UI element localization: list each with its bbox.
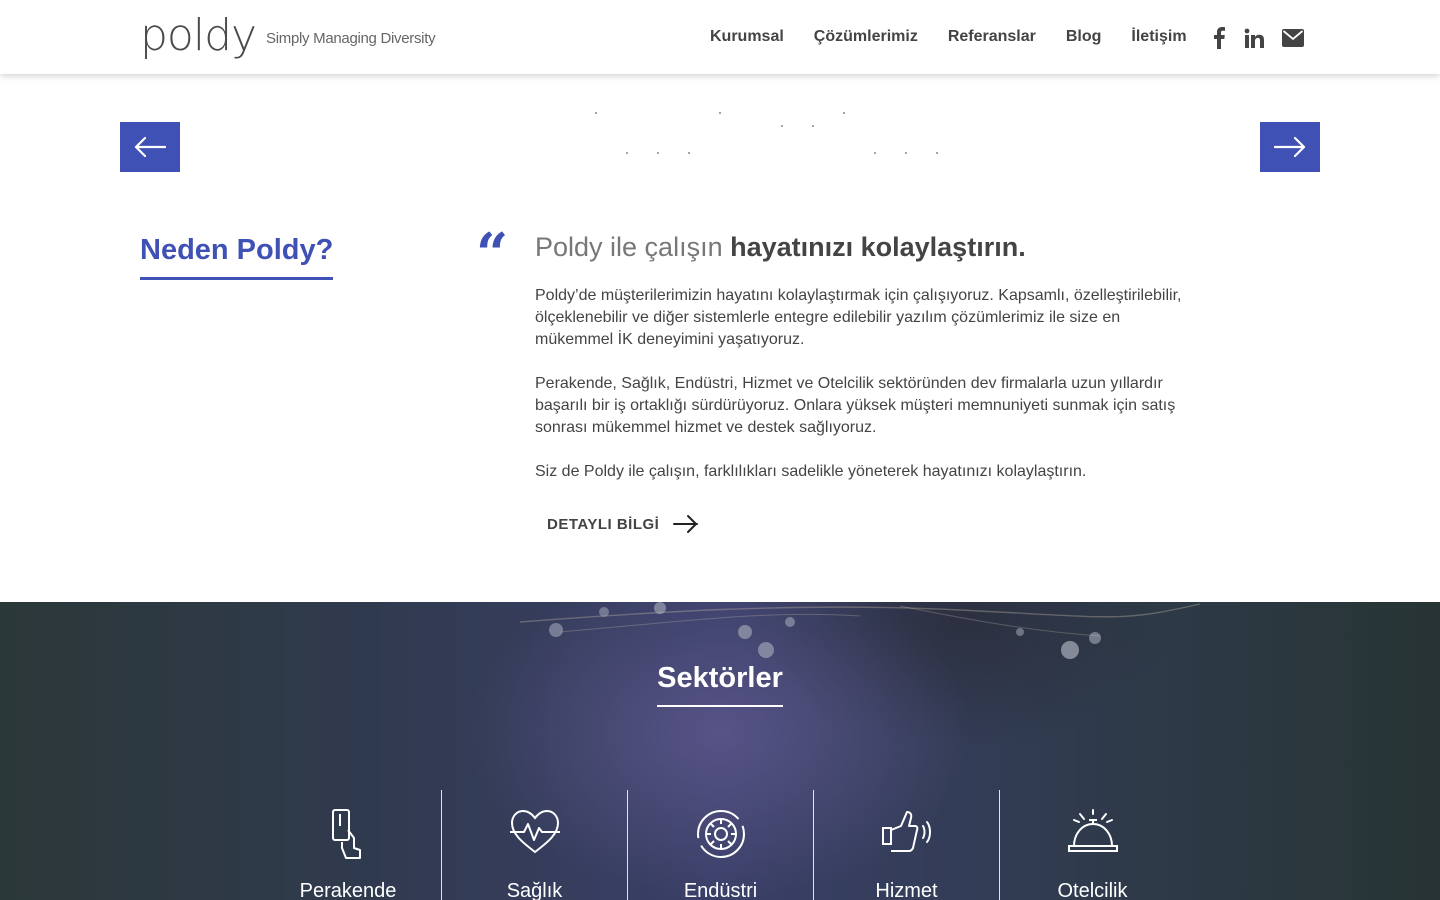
slider-next-button[interactable] xyxy=(1260,122,1320,172)
sectors-title: Sektörler xyxy=(657,662,783,707)
sectors-section: Sektörler Perakende Sağlık Endüstri Hizm… xyxy=(0,602,1440,900)
sector-label: Endüstri xyxy=(683,880,758,900)
site-header: poldy Simply Managing Diversity Kurumsal… xyxy=(0,0,1440,74)
lead-light-text: Poldy ile çalışın xyxy=(535,232,731,262)
sector-label: Sağlık xyxy=(506,880,563,900)
nav-item-iletisim[interactable]: İletişim xyxy=(1131,28,1186,46)
sector-label: Hizmet xyxy=(875,880,938,900)
paragraph-2: Perakende, Sağlık, Endüstri, Hizmet ve O… xyxy=(535,375,1176,436)
nav-item-kurumsal[interactable]: Kurumsal xyxy=(710,28,784,46)
nav-item-blog[interactable]: Blog xyxy=(1066,28,1102,46)
lead-strong-text: hayatınızı kolaylaştırın. xyxy=(730,232,1026,262)
quote-icon: “ xyxy=(476,221,509,287)
thumbs-up-icon xyxy=(881,811,931,852)
nav-item-referanslar[interactable]: Referanslar xyxy=(948,28,1036,46)
arrow-right-icon xyxy=(673,515,699,533)
lead-heading: Poldy ile çalışın hayatınızı kolaylaştır… xyxy=(535,232,1026,263)
section-title-neden-poldy: Neden Poldy? xyxy=(140,234,334,280)
sector-item-endustri[interactable]: Endüstri xyxy=(627,790,813,900)
paragraph-3: Siz de Poldy ile çalışın, farklılıkları … xyxy=(535,463,1087,480)
sector-item-otelcilik[interactable]: Otelcilik xyxy=(999,790,1185,900)
card-hand-icon xyxy=(332,809,361,859)
sector-label: Otelcilik xyxy=(1057,880,1128,900)
arrow-left-icon xyxy=(134,136,166,158)
logo-tagline: Simply Managing Diversity xyxy=(266,30,436,47)
sector-item-hizmet[interactable]: Hizmet xyxy=(813,790,999,900)
logo[interactable]: poldy Simply Managing Diversity xyxy=(140,10,436,61)
slider-placeholder-dots xyxy=(590,110,950,160)
sector-item-saglik[interactable]: Sağlık xyxy=(441,790,627,900)
social-links xyxy=(1212,27,1304,54)
detail-link[interactable]: DETAYLI BİLGİ xyxy=(547,514,699,534)
slider-prev-button[interactable] xyxy=(120,122,180,172)
logo-wordmark: poldy xyxy=(140,10,257,61)
arrow-right-icon xyxy=(1274,136,1306,158)
facebook-icon[interactable] xyxy=(1212,27,1226,54)
gear-icon xyxy=(696,810,745,858)
service-bell-icon xyxy=(1067,809,1118,852)
sector-label: Perakende xyxy=(299,880,397,900)
heartbeat-icon xyxy=(509,809,560,854)
linkedin-icon[interactable] xyxy=(1244,28,1264,53)
sectors-heading-wrap: Sektörler xyxy=(0,662,1440,707)
sector-list: Perakende Sağlık Endüstri Hizmet Otelcil… xyxy=(255,790,1185,900)
main-nav: Kurumsal Çözümlerimiz Referanslar Blog İ… xyxy=(710,28,1187,46)
envelope-icon[interactable] xyxy=(1282,29,1304,52)
paragraph-1: Poldy’de müşterilerimizin hayatını kolay… xyxy=(535,287,1182,348)
nav-item-cozumlerimiz[interactable]: Çözümlerimiz xyxy=(814,28,918,46)
sector-item-perakende[interactable]: Perakende xyxy=(255,790,441,900)
detail-link-label: DETAYLI BİLGİ xyxy=(547,515,660,533)
